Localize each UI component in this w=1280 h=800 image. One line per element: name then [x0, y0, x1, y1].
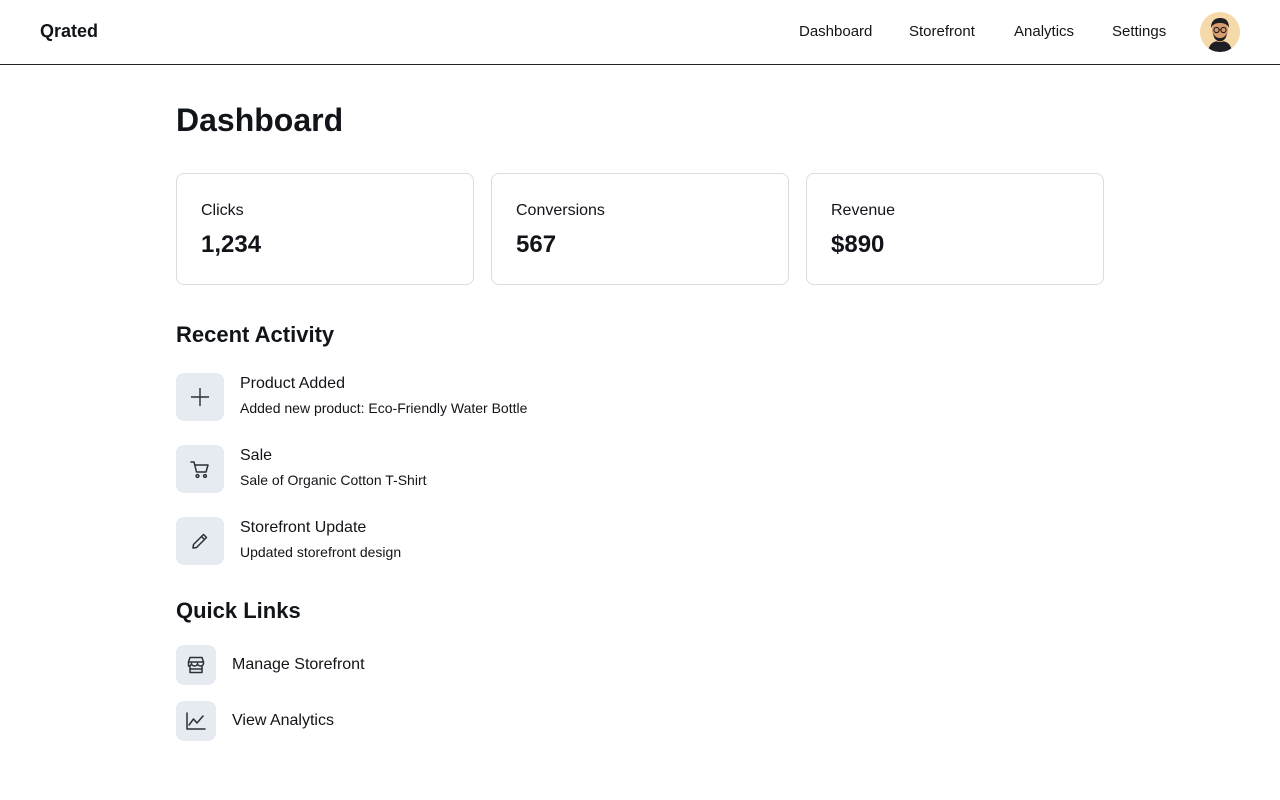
activity-title: Storefront Update: [240, 519, 367, 536]
avatar-illustration: [1208, 18, 1232, 52]
stat-card-revenue: Revenue $890: [806, 173, 1104, 285]
pencil-icon: [176, 517, 224, 565]
avatar[interactable]: [1200, 12, 1240, 52]
cart-icon: [176, 445, 224, 493]
stat-value: $890: [831, 231, 885, 258]
top-navbar: Qrated Dashboard Storefront Analytics Se…: [0, 0, 1280, 65]
stat-card-conversions: Conversions 567: [491, 173, 789, 285]
nav-settings[interactable]: Settings: [1112, 23, 1166, 40]
plus-icon: [176, 373, 224, 421]
stat-value: 567: [516, 231, 557, 258]
activity-subtitle: Added new product: Eco-Friendly Water Bo…: [240, 400, 528, 416]
activity-title: Product Added: [240, 375, 345, 392]
activity-item: Product Added Added new product: Eco-Fri…: [176, 373, 676, 421]
storefront-icon: [176, 645, 216, 685]
stat-card-clicks: Clicks 1,234: [176, 173, 474, 285]
stat-label: Clicks: [201, 202, 244, 219]
activity-subtitle: Updated storefront design: [240, 544, 402, 560]
recent-activity-heading: Recent Activity: [176, 322, 335, 347]
stat-value: 1,234: [201, 231, 262, 258]
stat-label: Revenue: [831, 202, 896, 219]
activity-item: Storefront Update Updated storefront des…: [176, 517, 676, 565]
nav-storefront[interactable]: Storefront: [909, 23, 975, 40]
quick-link-label: View Analytics: [232, 712, 334, 729]
quick-link-view-analytics[interactable]: View Analytics: [176, 701, 476, 741]
activity-subtitle: Sale of Organic Cotton T-Shirt: [240, 472, 427, 488]
brand-logo[interactable]: Qrated: [40, 21, 98, 42]
quick-link-label: Manage Storefront: [232, 656, 365, 673]
quick-links-heading: Quick Links: [176, 598, 301, 623]
chart-line-icon: [176, 701, 216, 741]
nav-dashboard[interactable]: Dashboard: [799, 23, 872, 40]
quick-link-manage-storefront[interactable]: Manage Storefront: [176, 645, 476, 685]
activity-title: Sale: [240, 447, 273, 464]
page-title: Dashboard: [176, 102, 344, 138]
activity-item: Sale Sale of Organic Cotton T-Shirt: [176, 445, 676, 493]
nav-analytics[interactable]: Analytics: [1014, 23, 1074, 40]
stat-label: Conversions: [516, 202, 605, 219]
